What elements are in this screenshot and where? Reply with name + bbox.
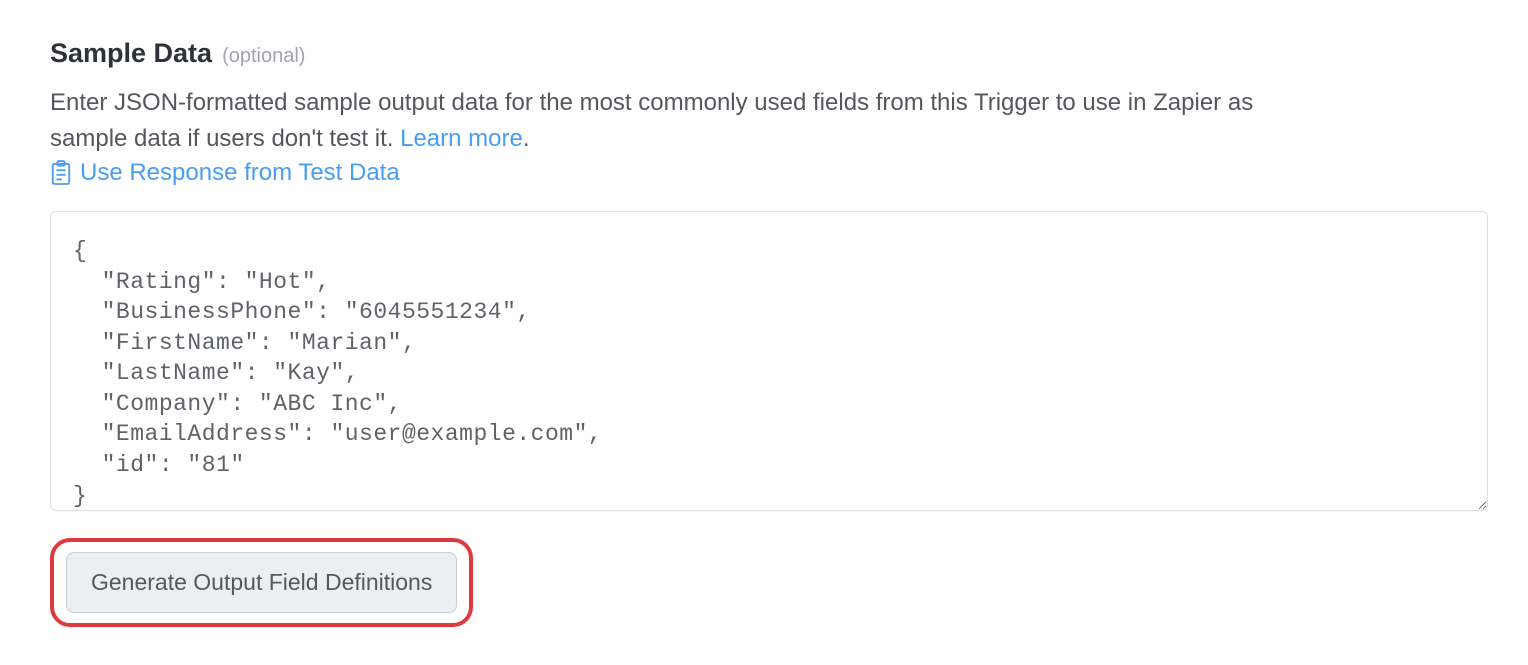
- optional-label: (optional): [222, 45, 305, 68]
- generate-button-highlight: Generate Output Field Definitions: [50, 538, 473, 627]
- use-response-from-test-data-link[interactable]: Use Response from Test Data: [80, 159, 400, 187]
- section-description: Enter JSON-formatted sample output data …: [50, 85, 1290, 157]
- heading-title: Sample Data: [50, 38, 212, 69]
- clipboard-icon: [50, 160, 72, 186]
- generate-output-field-definitions-button[interactable]: Generate Output Field Definitions: [66, 552, 457, 613]
- section-heading: Sample Data (optional): [50, 38, 1478, 69]
- sample-data-textarea[interactable]: [50, 211, 1488, 511]
- description-period: .: [523, 125, 530, 152]
- description-text: Enter JSON-formatted sample output data …: [50, 89, 1253, 152]
- learn-more-link[interactable]: Learn more: [400, 125, 523, 152]
- use-test-data-row: Use Response from Test Data: [50, 159, 400, 187]
